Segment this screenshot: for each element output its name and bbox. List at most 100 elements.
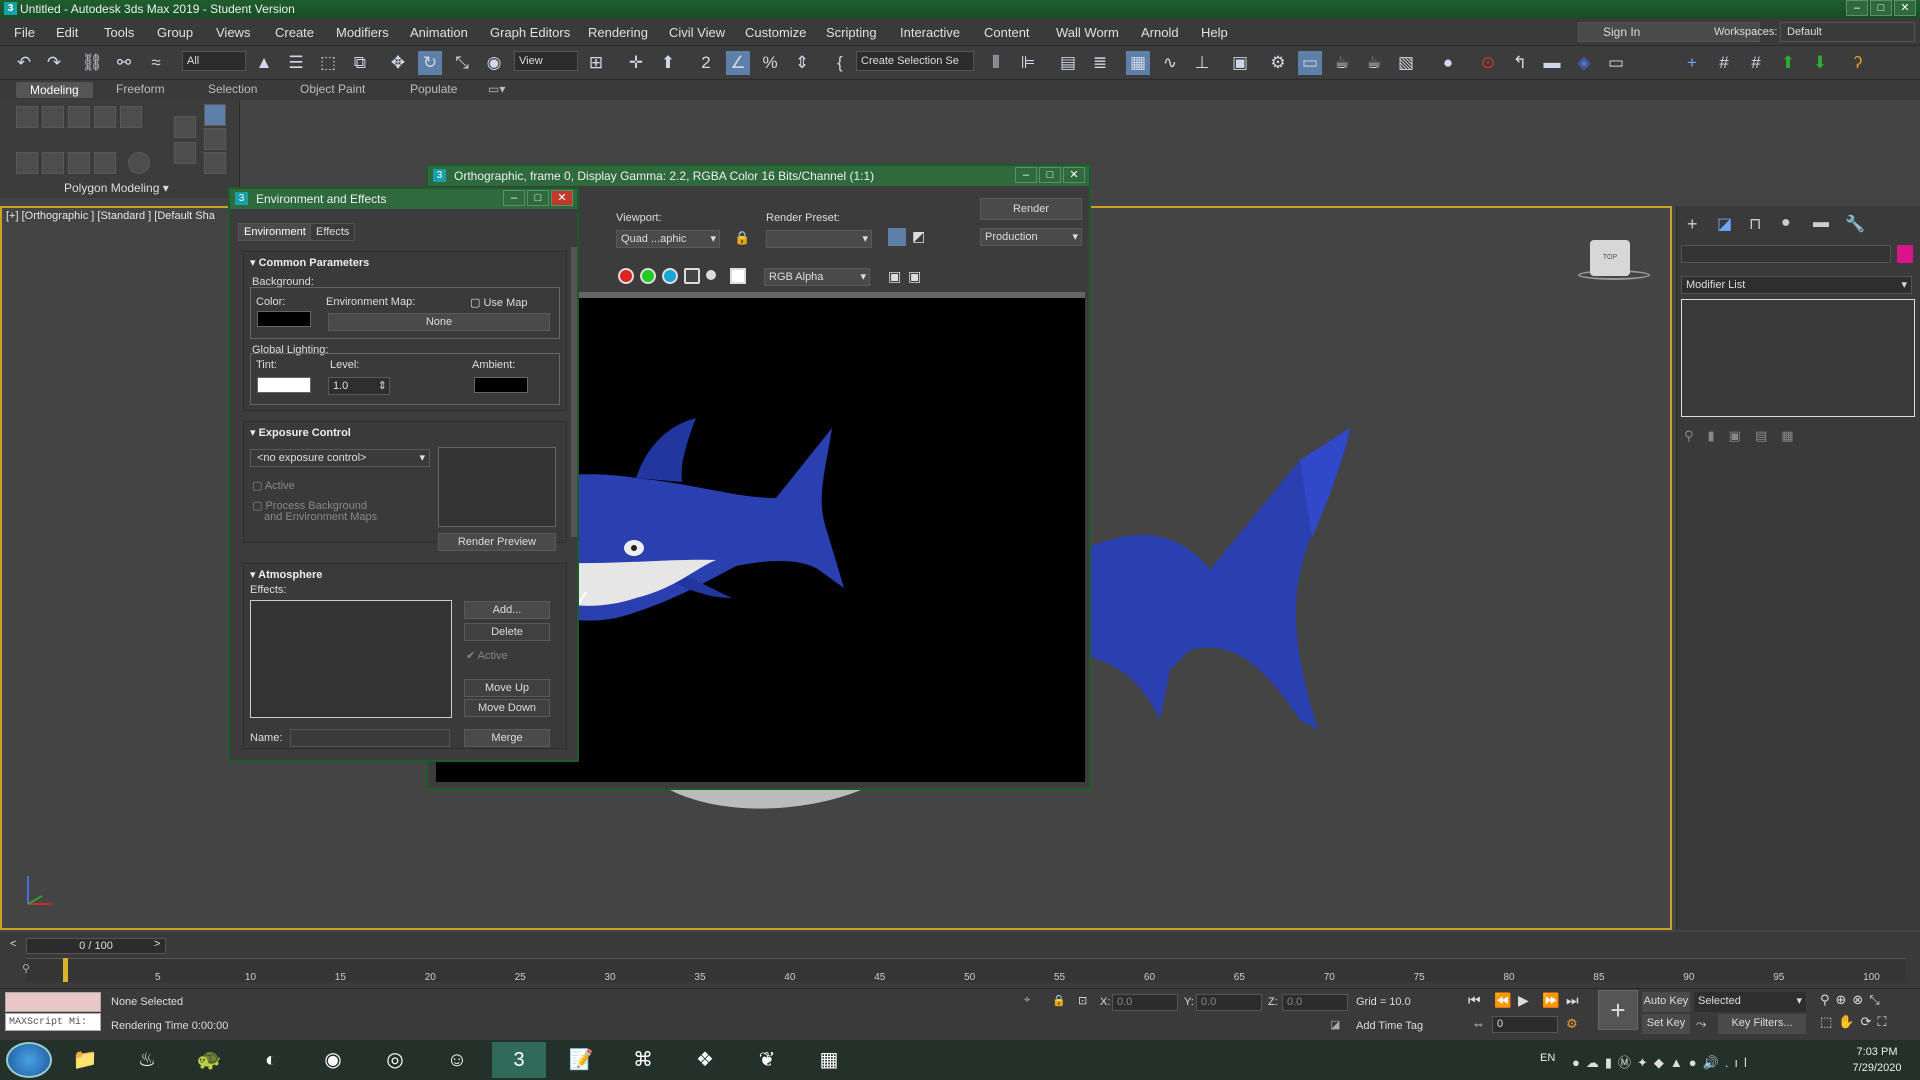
- menu-modifiers[interactable]: Modifiers: [336, 25, 389, 40]
- minimize-icon[interactable]: –: [1015, 167, 1037, 183]
- viewport-select[interactable]: Quad ...aphic ▾: [616, 230, 720, 248]
- link-icon[interactable]: ⛓: [80, 51, 104, 75]
- start-button-icon[interactable]: [6, 1042, 52, 1078]
- viewport-nav-icons[interactable]: ⚲⊕⊗⤡: [1820, 992, 1886, 1008]
- render-production-icon[interactable]: ☕: [1330, 51, 1354, 75]
- select-object-icon[interactable]: ▲: [252, 51, 276, 75]
- environment-toggle-icon[interactable]: [888, 228, 906, 246]
- mini-curve-editor-icon[interactable]: ⚲: [22, 962, 30, 975]
- redo-icon[interactable]: ↷: [42, 51, 66, 75]
- key-selected-select[interactable]: Selected ▾: [1694, 992, 1806, 1012]
- menu-wall-worm[interactable]: Wall Worm: [1056, 25, 1119, 40]
- blue-channel-icon[interactable]: [662, 268, 678, 284]
- chrome-icon[interactable]: ◎: [368, 1042, 422, 1078]
- exposure-control-heading[interactable]: ▾ Exposure Control: [250, 426, 351, 439]
- menu-tools[interactable]: Tools: [104, 25, 134, 40]
- viewport-nav-icons-2[interactable]: ⬚✋⟳⛶: [1820, 1014, 1892, 1030]
- green-channel-icon[interactable]: [640, 268, 656, 284]
- time-marker[interactable]: [63, 958, 68, 982]
- ribbon-tool-icon[interactable]: [42, 152, 64, 174]
- tab-modeling[interactable]: Modeling: [16, 82, 93, 98]
- python-icon[interactable]: ʔ: [1846, 51, 1870, 75]
- menu-customize[interactable]: Customize: [745, 25, 806, 40]
- material-editor-icon[interactable]: ▣: [1228, 51, 1252, 75]
- close-icon[interactable]: ✕: [551, 190, 573, 206]
- scale-icon[interactable]: ⤡: [450, 51, 474, 75]
- bind-spacewarp-icon[interactable]: ≈: [144, 51, 168, 75]
- use-map-checkbox[interactable]: ▢ Use Map: [470, 296, 527, 309]
- move-icon[interactable]: ✥: [386, 51, 410, 75]
- add-time-tag[interactable]: Add Time Tag: [1356, 1020, 1423, 1032]
- ribbon-tool-icon[interactable]: [68, 106, 90, 128]
- move-up-button[interactable]: Move Up: [464, 679, 550, 697]
- language-indicator[interactable]: EN: [1540, 1052, 1555, 1064]
- time-slider[interactable]: 0 / 100: [26, 938, 166, 954]
- background-color-swatch[interactable]: [257, 311, 311, 327]
- render-gallery-icon[interactable]: ▧: [1394, 51, 1418, 75]
- select-by-name-icon[interactable]: ☰: [284, 51, 308, 75]
- ribbon-tool-icon[interactable]: [94, 152, 116, 174]
- current-frame-field[interactable]: 0: [1492, 1016, 1558, 1033]
- time-tag-icon[interactable]: ◪: [1330, 1018, 1340, 1031]
- motion-tab-icon[interactable]: ●: [1781, 214, 1791, 232]
- unlink-icon[interactable]: ⚯: [112, 51, 136, 75]
- mirror-icon[interactable]: ⫴: [984, 51, 1008, 75]
- wolf-app-icon[interactable]: ❖: [678, 1042, 732, 1078]
- object-color-swatch[interactable]: [1897, 245, 1913, 263]
- ribbon-tool-icon[interactable]: [174, 142, 196, 164]
- menu-arnold[interactable]: Arnold: [1141, 25, 1179, 40]
- prev-key-icon[interactable]: ⏪: [1494, 992, 1511, 1009]
- z-coord-field[interactable]: 0.0: [1282, 994, 1348, 1011]
- auto-key-button[interactable]: Auto Key: [1642, 992, 1690, 1012]
- exposure-control-select[interactable]: <no exposure control> ▾: [250, 449, 430, 467]
- create-plus-icon[interactable]: +: [1680, 51, 1704, 75]
- utilities-tab-icon[interactable]: 🔧: [1845, 214, 1865, 234]
- notepad-icon[interactable]: 📝: [554, 1042, 608, 1078]
- named-selection-set-select[interactable]: Create Selection Se: [856, 51, 974, 71]
- next-key-icon[interactable]: ⏩: [1542, 992, 1559, 1009]
- export-icon[interactable]: ▬: [1540, 51, 1564, 75]
- tab-selection[interactable]: Selection: [208, 82, 257, 96]
- key-tangent-icon[interactable]: ⤳: [1696, 1016, 1706, 1032]
- display-tab-icon[interactable]: ▬: [1813, 214, 1829, 232]
- production-select[interactable]: Production ▾: [980, 228, 1082, 246]
- angle-snap-icon[interactable]: ∠: [726, 51, 750, 75]
- set-key-big-icon[interactable]: +: [1598, 990, 1638, 1030]
- ambient-color-swatch[interactable]: [474, 377, 528, 393]
- wall-worm-icon[interactable]: ⊙: [1476, 51, 1500, 75]
- maximize-icon[interactable]: □: [1039, 167, 1061, 183]
- menu-graph-editors[interactable]: Graph Editors: [490, 25, 570, 40]
- x-coord-field[interactable]: 0.0: [1112, 994, 1178, 1011]
- acrobat-icon[interactable]: ⌘: [616, 1042, 670, 1078]
- keyboard-shortcut-icon[interactable]: ⬆: [656, 51, 680, 75]
- ribbon-tool-icon[interactable]: [128, 152, 150, 174]
- menu-scripting[interactable]: Scripting: [826, 25, 877, 40]
- common-parameters-heading[interactable]: ▾ Common Parameters: [250, 256, 369, 269]
- reference-coord-select[interactable]: View: [514, 51, 578, 71]
- lock-icon[interactable]: 🔒: [734, 230, 750, 246]
- monochrome-icon[interactable]: [706, 270, 716, 280]
- menu-animation[interactable]: Animation: [410, 25, 468, 40]
- maximize-icon[interactable]: □: [1870, 0, 1892, 16]
- discord-icon[interactable]: ☺: [430, 1042, 484, 1078]
- workspace-select[interactable]: Default: [1780, 22, 1915, 42]
- key-mode-icon[interactable]: ⇔: [1472, 1016, 1485, 1031]
- tab-effects[interactable]: Effects: [310, 223, 356, 241]
- effect-active-checkbox[interactable]: ✔ Active: [466, 649, 508, 662]
- ribbon-tool-icon[interactable]: [204, 152, 226, 174]
- merge-button[interactable]: Merge: [464, 729, 550, 747]
- plugin-icon[interactable]: ◈: [1572, 51, 1596, 75]
- ribbon-tool-icon[interactable]: [68, 152, 90, 174]
- record-icon[interactable]: ●: [1436, 51, 1460, 75]
- close-icon[interactable]: ✕: [1063, 167, 1085, 183]
- menu-edit[interactable]: Edit: [56, 25, 78, 40]
- tab-object-paint[interactable]: Object Paint: [300, 82, 365, 96]
- menu-help[interactable]: Help: [1201, 25, 1228, 40]
- object-name-input[interactable]: [1681, 245, 1891, 263]
- steam-icon[interactable]: ♨: [120, 1042, 174, 1078]
- window-crossing-icon[interactable]: ⧉: [348, 51, 372, 75]
- menu-content[interactable]: Content: [984, 25, 1030, 40]
- modify-tab-icon[interactable]: ◪: [1717, 214, 1732, 234]
- bandicam-icon[interactable]: ▦: [802, 1042, 856, 1078]
- create-tab-icon[interactable]: +: [1687, 214, 1698, 235]
